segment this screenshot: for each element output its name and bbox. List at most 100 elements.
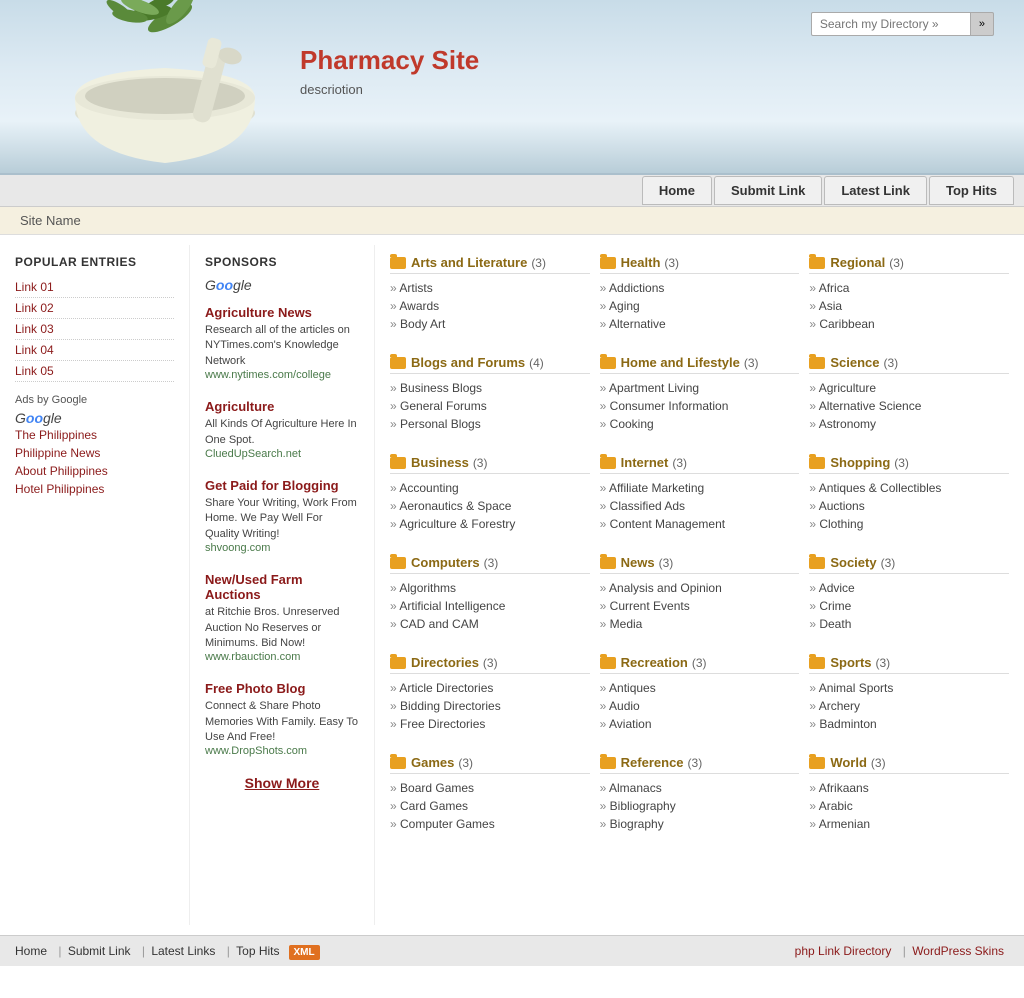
category-title-link[interactable]: News <box>621 555 655 570</box>
category-item-link[interactable]: Artificial Intelligence <box>399 599 505 613</box>
category-item-link[interactable]: Body Art <box>400 317 445 331</box>
geo-link[interactable]: Philippine News <box>15 444 174 462</box>
category-item-link[interactable]: Free Directories <box>400 717 485 731</box>
category-item-link[interactable]: Aviation <box>609 717 651 731</box>
category-item-link[interactable]: Animal Sports <box>819 681 894 695</box>
popular-link[interactable]: Link 02 <box>15 298 174 319</box>
geo-link[interactable]: About Philippines <box>15 462 174 480</box>
category-item-link[interactable]: Almanacs <box>609 781 662 795</box>
category-item-link[interactable]: Article Directories <box>399 681 493 695</box>
category-title-link[interactable]: Computers <box>411 555 480 570</box>
category-item-link[interactable]: Astronomy <box>819 417 876 431</box>
category-item-link[interactable]: Accounting <box>399 481 458 495</box>
category-item-link[interactable]: Agriculture <box>819 381 876 395</box>
category-item-link[interactable]: Antiques & Collectibles <box>819 481 942 495</box>
category-item-link[interactable]: Algorithms <box>399 581 456 595</box>
footer-link[interactable]: Top Hits <box>236 944 279 958</box>
category-item-link[interactable]: Bidding Directories <box>400 699 501 713</box>
footer-right-link[interactable]: php Link Directory <box>795 944 892 958</box>
category-item-link[interactable]: Afrikaans <box>819 781 869 795</box>
category-item-link[interactable]: Armenian <box>819 817 870 831</box>
category-item-link[interactable]: CAD and CAM <box>400 617 479 631</box>
category-title-link[interactable]: Arts and Literature <box>411 255 527 270</box>
geo-link[interactable]: Hotel Philippines <box>15 480 174 498</box>
category-title-link[interactable]: Shopping <box>830 455 890 470</box>
category-item-link[interactable]: Antiques <box>609 681 656 695</box>
category-title-link[interactable]: Games <box>411 755 454 770</box>
category-item-link[interactable]: Content Management <box>610 517 725 531</box>
footer-right-link[interactable]: WordPress Skins <box>912 944 1004 958</box>
category-item-link[interactable]: Addictions <box>609 281 664 295</box>
category-item-link[interactable]: Caribbean <box>819 317 874 331</box>
category-item-link[interactable]: Computer Games <box>400 817 495 831</box>
category-item-link[interactable]: Badminton <box>819 717 876 731</box>
sponsor-link[interactable]: Get Paid for Blogging <box>205 478 339 493</box>
category-title-link[interactable]: Science <box>830 355 879 370</box>
category-item-link[interactable]: Auctions <box>819 499 865 513</box>
popular-link[interactable]: Link 03 <box>15 319 174 340</box>
category-title-link[interactable]: Internet <box>621 455 669 470</box>
category-item-link[interactable]: Archery <box>819 699 860 713</box>
category-item-link[interactable]: Bibliography <box>610 799 676 813</box>
popular-link[interactable]: Link 05 <box>15 361 174 382</box>
footer-link[interactable]: Home <box>15 944 47 958</box>
geo-link[interactable]: The Philippines <box>15 426 174 444</box>
category-item-link[interactable]: Current Events <box>610 599 690 613</box>
category-item-link[interactable]: Business Blogs <box>400 381 482 395</box>
category-item-link[interactable]: Affiliate Marketing <box>609 481 704 495</box>
category-title-link[interactable]: Society <box>830 555 876 570</box>
category-title-link[interactable]: Home and Lifestyle <box>621 355 740 370</box>
category-title-link[interactable]: Recreation <box>621 655 688 670</box>
category-item-link[interactable]: Audio <box>609 699 640 713</box>
category-item-link[interactable]: Board Games <box>400 781 474 795</box>
category-title-link[interactable]: Directories <box>411 655 479 670</box>
category-item-link[interactable]: Awards <box>399 299 439 313</box>
category-item-link[interactable]: Arabic <box>819 799 853 813</box>
category-item-link[interactable]: Advice <box>819 581 855 595</box>
category-item-link[interactable]: Card Games <box>400 799 468 813</box>
category-item-link[interactable]: Alternative <box>609 317 666 331</box>
search-input[interactable] <box>811 12 971 36</box>
category-title-link[interactable]: Sports <box>830 655 871 670</box>
category-item-link[interactable]: Cooking <box>610 417 654 431</box>
xml-badge[interactable]: XML <box>289 945 320 960</box>
category-item-link[interactable]: Consumer Information <box>610 399 729 413</box>
category-item-link[interactable]: Crime <box>819 599 851 613</box>
sponsor-link[interactable]: Agriculture <box>205 399 274 414</box>
category-item-link[interactable]: Agriculture & Forestry <box>399 517 515 531</box>
category-item-link[interactable]: Biography <box>610 817 664 831</box>
category-title-link[interactable]: Blogs and Forums <box>411 355 525 370</box>
popular-link[interactable]: Link 04 <box>15 340 174 361</box>
footer-link[interactable]: Latest Links <box>151 944 215 958</box>
category-title-link[interactable]: Reference <box>621 755 684 770</box>
nav-item-submit-link[interactable]: Submit Link <box>714 176 822 205</box>
popular-link[interactable]: Link 01 <box>15 277 174 298</box>
footer-link[interactable]: Submit Link <box>68 944 131 958</box>
category-item-link[interactable]: Media <box>610 617 643 631</box>
category-item-link[interactable]: Asia <box>819 299 842 313</box>
category-item-link[interactable]: Analysis and Opinion <box>609 581 722 595</box>
sponsor-link[interactable]: New/Used Farm Auctions <box>205 572 303 602</box>
sponsor-link[interactable]: Free Photo Blog <box>205 681 305 696</box>
category-item-link[interactable]: Artists <box>399 281 432 295</box>
category-item-link[interactable]: Death <box>819 617 851 631</box>
sponsor-link[interactable]: Agriculture News <box>205 305 312 320</box>
category-item-link[interactable]: Personal Blogs <box>400 417 481 431</box>
category-item-link[interactable]: Apartment Living <box>609 381 699 395</box>
search-button[interactable]: » <box>971 12 994 36</box>
category-item-link[interactable]: Alternative Science <box>819 399 922 413</box>
nav-item-top-hits[interactable]: Top Hits <box>929 176 1014 205</box>
category-item-link[interactable]: Clothing <box>819 517 863 531</box>
category-title-link[interactable]: World <box>830 755 867 770</box>
category-item-link[interactable]: Aeronautics & Space <box>399 499 511 513</box>
category-title-link[interactable]: Business <box>411 455 469 470</box>
nav-item-latest-link[interactable]: Latest Link <box>824 176 927 205</box>
category-item-link[interactable]: Aging <box>609 299 640 313</box>
show-more-link[interactable]: Show More <box>205 775 359 791</box>
category-item-link[interactable]: Classified Ads <box>610 499 685 513</box>
category-title-link[interactable]: Health <box>621 255 661 270</box>
nav-item-home[interactable]: Home <box>642 176 712 205</box>
category-item-link[interactable]: Africa <box>819 281 850 295</box>
category-title-link[interactable]: Regional <box>830 255 885 270</box>
category-item-link[interactable]: General Forums <box>400 399 487 413</box>
